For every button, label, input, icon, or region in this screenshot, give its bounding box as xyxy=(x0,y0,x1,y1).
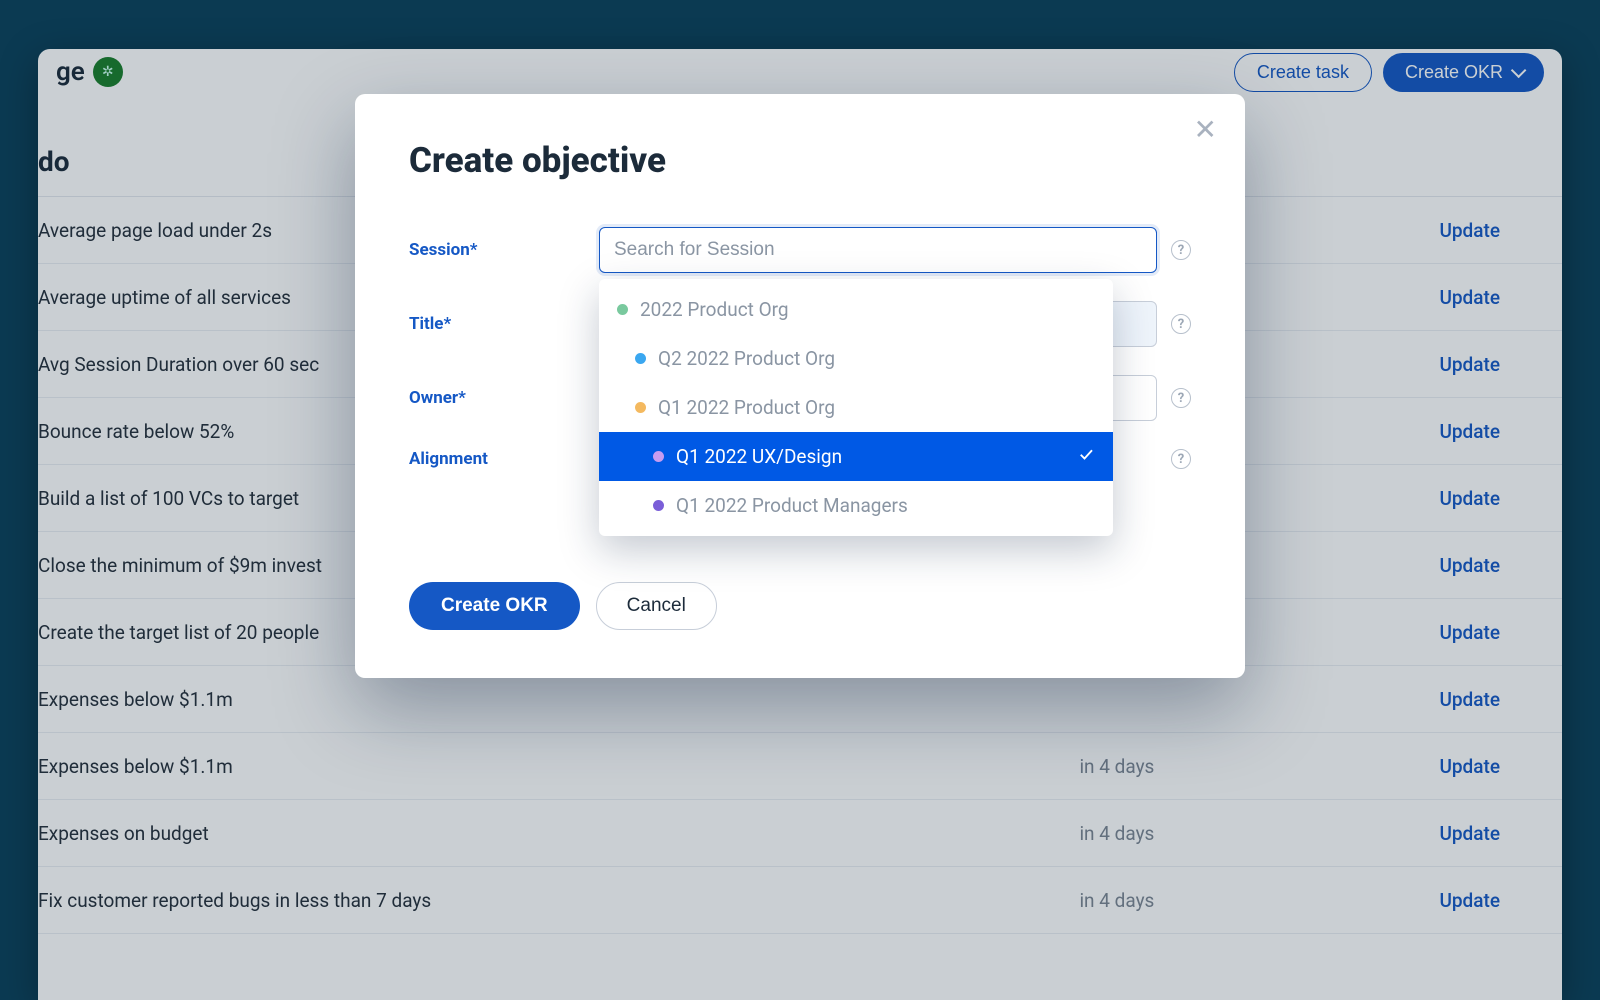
session-option-label: Q1 2022 Product Managers xyxy=(676,494,908,517)
table-row[interactable]: Fix customer reported bugs in less than … xyxy=(38,867,1562,934)
help-icon[interactable]: ? xyxy=(1171,388,1191,408)
help-icon[interactable]: ? xyxy=(1171,314,1191,334)
okr-due: in 4 days xyxy=(1079,755,1419,778)
color-dot-icon xyxy=(635,353,646,364)
session-input[interactable] xyxy=(599,227,1157,273)
session-dropdown: 2022 Product Org Q2 2022 Product Org Q1 20… xyxy=(599,279,1113,536)
okr-name: Expenses on budget xyxy=(38,822,1059,845)
session-option[interactable]: Q1 2022 Product Managers xyxy=(599,481,1113,530)
cancel-button[interactable]: Cancel xyxy=(596,582,717,630)
owner-label: Owner* xyxy=(409,388,569,408)
create-task-button[interactable]: Create task xyxy=(1234,53,1372,92)
create-okr-label: Create OKR xyxy=(1405,62,1503,83)
color-dot-icon xyxy=(653,500,664,511)
session-option-label: Q1 2022 UX/Design xyxy=(676,445,842,468)
session-option[interactable]: Q2 2022 Product Org xyxy=(599,334,1113,383)
update-link[interactable]: Update xyxy=(1439,286,1540,309)
okr-due: in 4 days xyxy=(1079,822,1419,845)
title-label: Title* xyxy=(409,314,569,334)
update-link[interactable]: Update xyxy=(1439,822,1540,845)
color-dot-icon xyxy=(653,451,664,462)
update-link[interactable]: Update xyxy=(1439,755,1540,778)
update-link[interactable]: Update xyxy=(1439,889,1540,912)
session-option[interactable]: 2022 Product Org xyxy=(599,285,1113,334)
update-link[interactable]: Update xyxy=(1439,420,1540,443)
update-link[interactable]: Update xyxy=(1439,219,1540,242)
help-icon[interactable]: ? xyxy=(1171,240,1191,260)
update-link[interactable]: Update xyxy=(1439,554,1540,577)
session-option[interactable]: Q1 2022 UX/Design xyxy=(599,432,1113,481)
okr-due: in 4 days xyxy=(1079,889,1419,912)
update-link[interactable]: Update xyxy=(1439,487,1540,510)
session-option-label: Q2 2022 Product Org xyxy=(658,347,835,370)
update-link[interactable]: Update xyxy=(1439,621,1540,644)
create-okr-button[interactable]: Create OKR xyxy=(409,582,580,630)
check-icon xyxy=(1077,445,1095,468)
color-dot-icon xyxy=(617,304,628,315)
alignment-label: Alignment xyxy=(409,449,569,469)
close-icon[interactable]: ✕ xyxy=(1194,116,1217,144)
update-link[interactable]: Update xyxy=(1439,688,1540,711)
table-row[interactable]: Expenses on budget in 4 days Update xyxy=(38,800,1562,867)
session-option-label: 2022 Product Org xyxy=(640,298,789,321)
update-link[interactable]: Update xyxy=(1439,353,1540,376)
create-objective-modal: ✕ Create objective Session* ? 2022 Produ… xyxy=(355,94,1245,678)
org-avatar-icon: ✲ xyxy=(93,57,123,87)
session-option[interactable]: Q1 2022 Product Org xyxy=(599,383,1113,432)
table-row[interactable]: Expenses below $1.1m in 4 days Update xyxy=(38,733,1562,800)
session-label: Session* xyxy=(409,240,569,260)
okr-name: Expenses below $1.1m xyxy=(38,688,1059,711)
okr-name: Fix customer reported bugs in less than … xyxy=(38,889,1059,912)
help-icon[interactable]: ? xyxy=(1171,449,1191,469)
topbar: ge ✲ Create task Create OKR xyxy=(38,49,1562,95)
modal-title: Create objective xyxy=(409,140,1191,181)
page-title: ge xyxy=(56,57,85,87)
color-dot-icon xyxy=(635,402,646,413)
create-okr-menu-button[interactable]: Create OKR xyxy=(1383,53,1544,92)
chevron-down-icon xyxy=(1511,62,1522,83)
session-option-label: Q1 2022 Product Org xyxy=(658,396,835,419)
okr-name: Expenses below $1.1m xyxy=(38,755,1059,778)
